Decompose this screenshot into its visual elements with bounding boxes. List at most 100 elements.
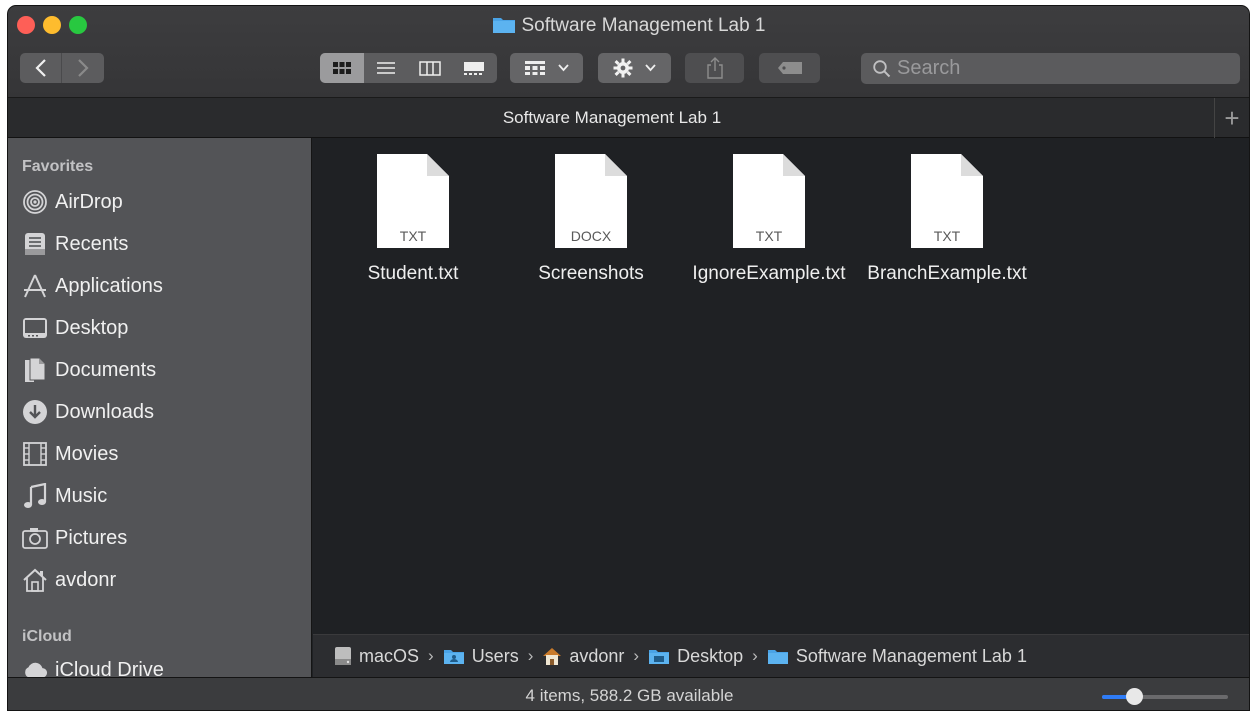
- applications-icon: [22, 273, 48, 299]
- list-icon: [377, 62, 395, 74]
- sidebar-item-downloads[interactable]: Downloads: [22, 392, 154, 432]
- file-name: Student.txt: [367, 263, 459, 284]
- list-view-button[interactable]: [364, 53, 408, 83]
- chevron-right-icon: ›: [633, 646, 640, 665]
- plus-icon: +: [1224, 102, 1240, 133]
- path-crumb-current-folder[interactable]: Software Management Lab 1: [767, 646, 1027, 667]
- chevron-right-icon: ›: [428, 646, 434, 665]
- sidebar-item-music[interactable]: Music: [22, 476, 107, 516]
- file-name: IgnoreExample.txt: [692, 263, 846, 284]
- back-button[interactable]: [20, 53, 62, 83]
- window-title-text: Software Management Lab 1: [521, 15, 766, 36]
- gallery-icon: [464, 61, 484, 75]
- tag-button[interactable]: [759, 53, 820, 83]
- file-item[interactable]: TXT IgnoreExample.txt: [684, 152, 854, 285]
- chevron-right-icon: [78, 59, 89, 77]
- search-icon: [873, 59, 891, 77]
- finder-window: Software Management Lab 1 Search Softwar…: [7, 5, 1250, 711]
- sidebar-item-label: Documents: [55, 358, 157, 381]
- toolbar: Software Management Lab 1: [8, 6, 1249, 98]
- sidebar-heading-icloud: iCloud: [22, 628, 72, 645]
- path-crumb-label: Software Management Lab 1: [795, 645, 1027, 666]
- sidebar-item-movies[interactable]: Movies: [22, 434, 118, 474]
- search-input[interactable]: [897, 57, 1227, 80]
- icon-view-button[interactable]: [320, 53, 364, 83]
- action-menu-button[interactable]: [598, 53, 671, 83]
- sidebar-item-label: Movies: [55, 442, 119, 465]
- status-bar: 4 items, 588.2 GB available: [8, 677, 1249, 710]
- sidebar-item-home[interactable]: avdonr: [22, 560, 116, 600]
- home-icon: [22, 567, 48, 593]
- view-mode-group: [320, 53, 497, 83]
- disk-icon: [334, 646, 352, 666]
- slider-knob[interactable]: [1125, 688, 1143, 705]
- sidebar-item-label: Pictures: [55, 526, 128, 549]
- sidebar-item-label: avdonr: [55, 568, 117, 591]
- desktop-icon: [22, 315, 48, 341]
- path-crumb-label: avdonr: [569, 645, 625, 666]
- sidebar-item-label: Desktop: [55, 316, 129, 339]
- sidebar-item-desktop[interactable]: Desktop: [22, 308, 128, 348]
- airdrop-icon: [22, 189, 48, 215]
- navigation-group: [20, 53, 104, 83]
- tab-bar: Software Management Lab 1 +: [8, 98, 1249, 138]
- path-crumb-label: Users: [471, 645, 519, 666]
- chevron-left-icon: [34, 59, 46, 77]
- document-icon: TXT: [909, 152, 985, 250]
- recents-icon: [22, 231, 48, 257]
- file-name: BranchExample.txt: [867, 263, 1027, 284]
- sidebar-item-airdrop[interactable]: AirDrop: [22, 182, 123, 222]
- sidebar-item-icloud-drive[interactable]: iCloud Drive: [22, 650, 164, 678]
- sidebar-item-label: AirDrop: [55, 190, 123, 213]
- document-icon: DOCX: [553, 152, 629, 250]
- file-item[interactable]: TXT Student.txt: [328, 152, 498, 285]
- search-field[interactable]: [861, 53, 1240, 84]
- cloud-icon: [22, 657, 48, 678]
- file-extension: DOCX: [570, 228, 612, 244]
- chevron-right-icon: ›: [752, 646, 758, 665]
- gallery-view-button[interactable]: [452, 53, 496, 83]
- status-text: 4 items, 588.2 GB available: [525, 686, 734, 705]
- chevron-down-icon: [645, 64, 656, 72]
- sidebar-item-pictures[interactable]: Pictures: [22, 518, 127, 558]
- sidebar-item-label: Applications: [55, 274, 163, 297]
- forward-button[interactable]: [62, 53, 104, 83]
- file-name: Screenshots: [538, 263, 644, 284]
- share-button[interactable]: [685, 53, 744, 83]
- file-browser: TXT Student.txt DOCX Screenshots TXT Ign…: [313, 138, 1249, 634]
- columns-icon: [419, 60, 441, 76]
- window-title: Software Management Lab 1: [8, 14, 1249, 41]
- movies-icon: [22, 441, 48, 467]
- path-crumb-users[interactable]: Users: [443, 646, 519, 667]
- sidebar-item-label: iCloud Drive: [55, 658, 164, 679]
- path-crumb-desktop[interactable]: Desktop: [648, 646, 743, 667]
- grid-icon: [333, 62, 351, 74]
- file-item[interactable]: TXT BranchExample.txt: [862, 152, 1032, 285]
- sidebar-item-label: Music: [55, 484, 108, 507]
- sidebar-item-label: Downloads: [55, 400, 154, 423]
- folder-icon: [492, 15, 516, 41]
- sidebar-item-documents[interactable]: Documents: [22, 350, 156, 390]
- sidebar-item-applications[interactable]: Applications: [22, 266, 163, 306]
- chevron-right-icon: ›: [527, 646, 534, 665]
- path-crumb-macos[interactable]: macOS: [334, 646, 419, 667]
- file-item[interactable]: DOCX Screenshots: [506, 152, 676, 285]
- desktop-folder-icon: [648, 648, 670, 665]
- document-icon: TXT: [731, 152, 807, 250]
- group-by-button[interactable]: [510, 53, 583, 83]
- new-tab-button[interactable]: +: [1214, 98, 1249, 138]
- column-view-button[interactable]: [408, 53, 452, 83]
- path-crumb-label: macOS: [359, 645, 420, 666]
- arrange-grid-icon: [525, 61, 545, 75]
- icon-size-slider[interactable]: [1102, 688, 1228, 705]
- sidebar-item-label: Recents: [55, 232, 129, 255]
- sidebar-item-recents[interactable]: Recents: [22, 224, 128, 264]
- file-extension: TXT: [933, 228, 961, 244]
- sidebar: Favorites AirDrop Recents Applications D…: [8, 138, 312, 678]
- path-crumb-label: Desktop: [677, 645, 744, 666]
- path-crumb-home[interactable]: avdonr: [542, 646, 624, 667]
- file-extension: TXT: [399, 228, 427, 244]
- share-icon: [706, 57, 723, 79]
- tab-current[interactable]: Software Management Lab 1: [8, 98, 1216, 138]
- file-extension: TXT: [755, 228, 783, 244]
